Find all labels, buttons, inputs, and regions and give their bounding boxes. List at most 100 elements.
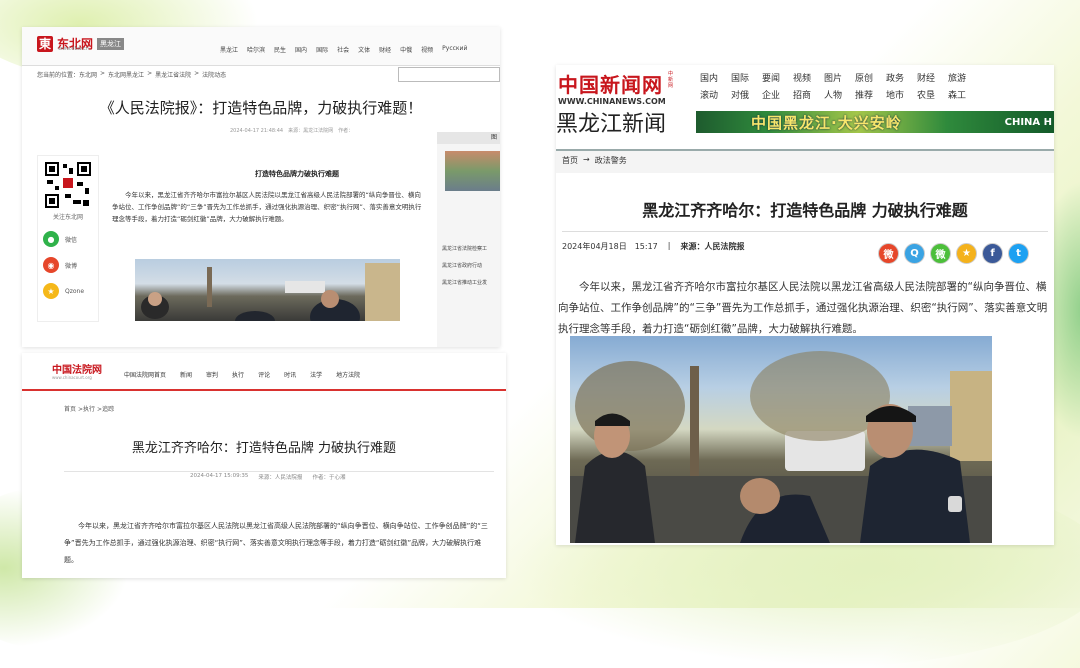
breadcrumb-item[interactable]: 首页	[64, 404, 76, 413]
share-weibo[interactable]: ◉ 微博	[43, 257, 98, 273]
breadcrumb-separator: →	[583, 155, 590, 164]
sidebar-link[interactable]: 黑龙江省推动工业发	[442, 275, 500, 292]
nav-link[interactable]: 国际	[731, 71, 762, 84]
site-logo[interactable]: 中国新闻网	[558, 69, 663, 98]
nav-link[interactable]: 时讯	[284, 370, 296, 379]
breadcrumb-item[interactable]: 法院动态	[202, 70, 226, 79]
channel-name: 黑龙江新闻	[556, 112, 667, 137]
nav-link[interactable]: 评论	[258, 370, 270, 379]
article-title: 黑龙江齐齐哈尔：打造特色品牌 力破执行难题	[642, 201, 968, 220]
nav-link[interactable]: 原创	[855, 71, 886, 84]
wechat-icon: ●	[43, 231, 59, 247]
twitter-icon[interactable]: t	[1008, 243, 1029, 264]
sidebar-header: 图	[437, 132, 500, 144]
nav-link[interactable]: 人物	[824, 88, 855, 101]
nav-link[interactable]: 对俄	[731, 88, 762, 101]
divider	[64, 471, 494, 472]
photo-scene	[141, 263, 400, 321]
publish-time: 2024-04-17 15:09:35	[190, 473, 249, 479]
logo-url: www.chinacourt.org	[52, 375, 92, 380]
nav-link[interactable]: 旅游	[948, 71, 979, 84]
breadcrumb-home[interactable]: 首页	[562, 155, 578, 166]
nav-link[interactable]: 招商	[793, 88, 824, 101]
site-header: 中国法院网 www.chinacourt.org 中国法院网首页 新闻 审判 执…	[22, 353, 506, 391]
nav-link[interactable]: 国内	[295, 45, 307, 54]
nav-link[interactable]: 国内	[700, 71, 731, 84]
screenshot-chinacourt-article: 中国法院网 www.chinacourt.org 中国法院网首页 新闻 审判 执…	[22, 353, 506, 578]
search-input[interactable]	[398, 67, 500, 82]
sidebar-image[interactable]	[445, 151, 500, 191]
qq-icon[interactable]: Q	[904, 243, 925, 264]
qr-code	[43, 160, 93, 210]
nav-link[interactable]: 民生	[274, 45, 286, 54]
article-author: 作者：于心湘	[312, 475, 346, 481]
banner-text: 中国黑龙江·大兴安岭	[751, 113, 902, 132]
share-label: 微信	[65, 236, 78, 244]
meta-divider: |	[667, 241, 671, 250]
article-body: 今年以来，黑龙江省齐齐哈尔市富拉尔基区人民法院以黑龙江省高级人民法院部署的“纵向…	[558, 281, 1048, 335]
share-qzone[interactable]: ★ Qzone	[43, 283, 98, 299]
site-header: 中国新闻网 中新网 WWW.CHINANEWS.COM 黑龙江新闻 国内 国际 …	[556, 65, 1054, 140]
banner-ad[interactable]: 中国黑龙江·大兴安岭 CHINA H	[696, 111, 1054, 133]
breadcrumb-item[interactable]: 黑龙江省法院	[155, 70, 191, 79]
share-wechat[interactable]: ● 微信	[43, 231, 98, 247]
breadcrumb-item[interactable]: >追踪	[97, 404, 114, 413]
article-photo	[135, 259, 400, 321]
breadcrumb-section[interactable]: 政法警务	[595, 155, 627, 166]
nav-link[interactable]: 财经	[917, 71, 948, 84]
nav-link[interactable]: 国际	[316, 45, 328, 54]
weibo-icon: ◉	[43, 257, 59, 273]
nav-link[interactable]: 哈尔滨	[247, 45, 265, 54]
breadcrumb: 首页 → 政法警务	[562, 155, 627, 166]
facebook-icon[interactable]: f	[982, 243, 1003, 264]
nav-link[interactable]: 审判	[206, 370, 218, 379]
article-body: 今年以来，黑龙江省齐齐哈尔市富拉尔基区人民法院以黑龙江省高级人民法院部署的“纵向…	[64, 522, 488, 564]
article-title: 《人民法院报》：打造特色品牌，力破执行难题！	[99, 99, 423, 117]
nav-link[interactable]: 图片	[824, 71, 855, 84]
nav-link[interactable]: 法学	[310, 370, 322, 379]
nav-link[interactable]: 要闻	[762, 71, 793, 84]
top-nav: 中国法院网首页 新闻 审判 执行 评论 时讯 法学 地方法院	[124, 370, 360, 379]
site-logo[interactable]: 中国法院网	[52, 361, 102, 376]
nav-link[interactable]: Русский	[442, 45, 467, 54]
nav-link[interactable]: 新闻	[180, 370, 192, 379]
wechat-icon[interactable]: 微	[930, 243, 951, 264]
top-nav: 黑龙江 哈尔滨 民生 国内 国际 社会 文体 财经 中俄 视频 Русский	[220, 45, 467, 54]
nav-link[interactable]: 黑龙江	[220, 45, 238, 54]
article-photo	[570, 336, 992, 543]
nav-link[interactable]: 滚动	[700, 88, 731, 101]
nav-link[interactable]: 森工	[948, 88, 979, 101]
article-body: 今年以来，黑龙江省齐齐哈尔市富拉尔基区人民法院以黑龙江省高级人民法院部署的“纵向…	[112, 191, 422, 223]
nav-link[interactable]: 政务	[886, 71, 917, 84]
screenshot-chinanews-article: 中国新闻网 中新网 WWW.CHINANEWS.COM 黑龙江新闻 国内 国际 …	[556, 65, 1054, 545]
breadcrumb: 您当前的位置：东北网 > 东北网黑龙江 > 黑龙江省法院 > 法院动态	[37, 70, 227, 79]
weibo-icon[interactable]: 微	[878, 243, 899, 264]
sidebar-link[interactable]: 黑龙江省法院检察工	[442, 241, 500, 258]
breadcrumb-bar: 首页 → 政法警务	[556, 149, 1054, 173]
nav-link[interactable]: 执行	[232, 370, 244, 379]
nav-link[interactable]: 推荐	[855, 88, 886, 101]
nav-link[interactable]: 财经	[379, 45, 391, 54]
right-sidebar: 图 黑龙江省法院检察工 黑龙江省政府行动 黑龙江省推动工业发	[437, 132, 500, 347]
nav-link[interactable]: 地方法院	[336, 370, 360, 379]
logo-url: www.dbw.cn	[58, 46, 89, 52]
nav-link[interactable]: 视频	[421, 45, 433, 54]
nav-link[interactable]: 农垦	[917, 88, 948, 101]
nav-link[interactable]: 中俄	[400, 45, 412, 54]
logo-side-text: 中新网	[668, 71, 674, 89]
nav-link[interactable]: 地市	[886, 88, 917, 101]
nav-link[interactable]: 文体	[358, 45, 370, 54]
breadcrumb-item[interactable]: 您当前的位置：东北网	[37, 70, 97, 79]
sidebar-link[interactable]: 黑龙江省政府行动	[442, 258, 500, 275]
nav-link[interactable]: 中国法院网首页	[124, 370, 166, 379]
nav-link[interactable]: 视频	[793, 71, 824, 84]
qr-caption: 关注东北网	[52, 214, 83, 221]
nav-link[interactable]: 社会	[337, 45, 349, 54]
nav-link[interactable]: 企业	[762, 88, 793, 101]
breadcrumb-item[interactable]: >执行	[78, 404, 95, 413]
breadcrumb-item[interactable]: 东北网黑龙江	[108, 70, 144, 79]
article-meta: 2024-04-17 21:48:44 来源：黑龙江法院网 作者：	[230, 128, 354, 134]
divider	[562, 231, 1048, 232]
top-nav: 国内 国际 要闻 视频 图片 原创 政务 财经 旅游 滚动 对俄 企业 招商 人…	[700, 71, 979, 101]
qzone-icon[interactable]: ★	[956, 243, 977, 264]
